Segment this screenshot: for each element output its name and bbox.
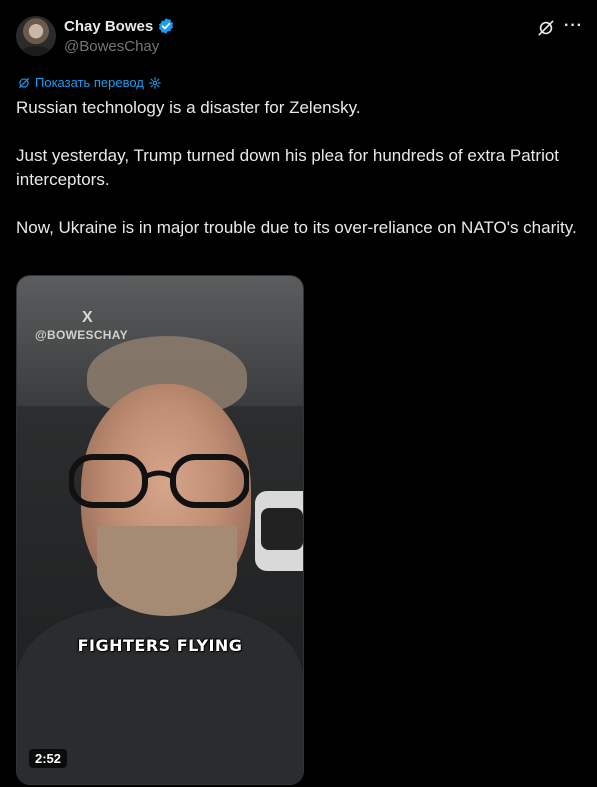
- video-duration-badge: 2:52: [29, 749, 68, 768]
- video-player[interactable]: X @BOWESCHAY FIGHTERS FLYING 2:52: [16, 275, 304, 785]
- show-translation-link[interactable]: Показать перевод: [17, 75, 162, 90]
- translate-icon: [18, 77, 30, 88]
- tweet-paragraph: Just yesterday, Trump turned down his pl…: [16, 146, 560, 189]
- video-caption: FIGHTERS FLYING: [77, 636, 243, 655]
- video-seat-detail: [261, 508, 303, 550]
- video-glasses: [69, 454, 249, 508]
- author-display-name[interactable]: Chay Bowes: [64, 18, 153, 35]
- author-avatar[interactable]: [16, 16, 56, 56]
- author-name-row: Chay Bowes: [64, 17, 175, 35]
- grok-icon[interactable]: [536, 18, 556, 38]
- video-beard: [97, 526, 237, 616]
- tweet-paragraph: Russian technology is a disaster for Zel…: [16, 98, 361, 117]
- verified-badge-icon: [159, 18, 174, 34]
- video-watermark-x-logo: X: [82, 309, 93, 326]
- tweet-paragraph: Now, Ukraine is in major trouble due to …: [16, 218, 577, 237]
- avatar-shoulders: [20, 46, 52, 56]
- more-icon[interactable]: ···: [564, 17, 583, 35]
- author-handle[interactable]: @BowesChay: [64, 38, 159, 55]
- show-translation-label[interactable]: Показать перевод: [35, 75, 144, 90]
- gear-icon[interactable]: [148, 76, 162, 90]
- tweet-text: Russian technology is a disaster for Zel…: [16, 96, 586, 264]
- video-watermark-handle: @BOWESCHAY: [35, 328, 128, 342]
